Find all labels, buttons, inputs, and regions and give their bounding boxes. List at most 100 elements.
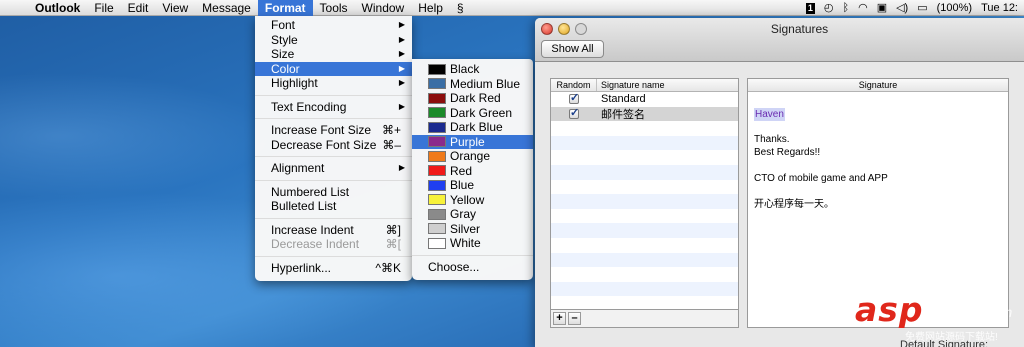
menu-window[interactable]: Window	[355, 0, 412, 16]
menu-item-hyperlink[interactable]: Hyperlink... ^⌘K	[255, 261, 412, 276]
battery-percent[interactable]: (100%)	[937, 2, 972, 14]
submenu-arrow-icon: ▶	[398, 63, 405, 73]
script-menu-icon[interactable]: §	[450, 0, 471, 16]
menu-edit[interactable]: Edit	[121, 0, 156, 16]
color-label: Gray	[450, 207, 477, 221]
signature-name[interactable]: 邮件签名	[597, 106, 645, 122]
submenu-arrow-icon: ▶	[398, 163, 405, 172]
signature-title-line: CTO of mobile game and APP	[754, 173, 888, 184]
menu-shortcut: ⌘+	[381, 123, 401, 137]
menu-item-bulleted-list[interactable]: Bulleted List	[255, 199, 412, 214]
signature-row[interactable]: Standard	[551, 91, 738, 107]
watermark-asp: asp	[855, 290, 924, 329]
color-label: Silver	[450, 221, 481, 236]
empty-row	[551, 179, 738, 195]
menu-format[interactable]: Format	[257, 0, 313, 16]
wifi-icon[interactable]: ◠	[858, 0, 868, 16]
color-swatch	[428, 107, 446, 119]
color-item-purple[interactable]: Purple	[412, 134, 533, 149]
menu-item-decrease-font-size[interactable]: Decrease Font Size ⌘–	[255, 138, 412, 153]
random-checkbox[interactable]	[569, 91, 579, 105]
color-item-white[interactable]: White	[412, 236, 533, 251]
color-label: Red	[450, 163, 473, 178]
battery-icon[interactable]: ▭	[917, 0, 927, 16]
clock[interactable]: Tue 12:	[981, 2, 1018, 14]
menu-message[interactable]: Message	[195, 0, 258, 16]
color-item-medium-blue[interactable]: Medium Blue	[412, 77, 533, 92]
remove-signature-button[interactable]: –	[568, 312, 581, 325]
random-cell	[551, 91, 597, 105]
menu-help[interactable]: Help	[411, 0, 450, 16]
menu-item-font[interactable]: Font ▶	[255, 18, 412, 33]
volume-icon[interactable]: ◁)	[896, 0, 908, 16]
display-icon[interactable]: ▣	[877, 0, 887, 16]
color-label: Dark Red	[450, 91, 501, 105]
menu-item-label: Alignment	[271, 161, 325, 175]
submenu-arrow-icon: ▶	[398, 49, 405, 58]
menu-item-style[interactable]: Style ▶	[255, 33, 412, 48]
color-swatch	[428, 150, 446, 162]
menu-item-color[interactable]: Color ▶	[255, 61, 412, 76]
color-item-black[interactable]: Black	[412, 62, 533, 77]
show-all-button[interactable]: Show All	[541, 40, 604, 58]
menu-item-highlight[interactable]: Highlight ▶	[255, 76, 412, 91]
color-item-red[interactable]: Red	[412, 164, 533, 179]
menu-separator	[255, 176, 412, 185]
watermark-com: .com	[982, 304, 1013, 320]
color-item-yellow[interactable]: Yellow	[412, 193, 533, 208]
menu-item-text-encoding[interactable]: Text Encoding ▶	[255, 100, 412, 115]
signature-name[interactable]: Standard	[597, 93, 646, 105]
menu-file[interactable]: File	[87, 0, 120, 16]
menu-item-increase-indent[interactable]: Increase Indent ⌘]	[255, 223, 412, 238]
signature-body[interactable]: Haven Thanks. Best Regards!! CTO of mobi…	[748, 92, 1008, 227]
color-item-dark-green[interactable]: Dark Green	[412, 106, 533, 121]
color-swatch	[428, 237, 446, 249]
menu-item-label: Hyperlink...	[271, 260, 332, 275]
bluetooth-icon[interactable]: ᛒ	[842, 0, 849, 16]
empty-row	[551, 252, 738, 268]
badge-count[interactable]: 1	[805, 2, 815, 14]
color-item-gray[interactable]: Gray	[412, 207, 533, 222]
random-checkbox[interactable]	[569, 106, 579, 119]
color-label: Black	[450, 62, 480, 76]
list-footer: + –	[550, 310, 739, 328]
color-swatch	[428, 78, 446, 90]
menu-item-label: Increase Font Size	[271, 123, 372, 137]
menu-item-alignment[interactable]: Alignment ▶	[255, 161, 412, 176]
menu-shortcut: ⌘–	[382, 137, 401, 152]
app-menu[interactable]: Outlook	[28, 0, 87, 16]
watermark-subtitle: 免费网站源码下载站!	[905, 332, 998, 343]
color-label: Purple	[450, 134, 485, 149]
submenu-arrow-icon: ▶	[398, 20, 405, 29]
column-header-random[interactable]: Random	[551, 79, 597, 91]
column-header-signature-name[interactable]: Signature name	[597, 79, 665, 91]
choose-color-item[interactable]: Choose...	[412, 260, 533, 275]
signature-header: Signature	[748, 79, 1008, 92]
menu-view[interactable]: View	[155, 0, 195, 16]
selected-name-text[interactable]: Haven	[754, 108, 785, 121]
time-machine-icon[interactable]: ◴	[824, 0, 834, 16]
color-item-orange[interactable]: Orange	[412, 149, 533, 164]
menu-item-decrease-indent: Decrease Indent ⌘[	[255, 237, 412, 252]
color-item-dark-blue[interactable]: Dark Blue	[412, 120, 533, 135]
empty-row	[551, 150, 738, 165]
signature-row[interactable]: 邮件签名	[551, 106, 738, 122]
menu-item-numbered-list[interactable]: Numbered List	[255, 185, 412, 200]
window-titlebar: Signatures Show All	[535, 18, 1024, 62]
menu-separator	[412, 251, 533, 260]
color-label: Orange	[450, 149, 491, 163]
menu-item-increase-font-size[interactable]: Increase Font Size ⌘+	[255, 123, 412, 138]
add-signature-button[interactable]: +	[553, 312, 566, 325]
color-item-dark-red[interactable]: Dark Red	[412, 91, 533, 106]
signature-line: Best Regards!!	[754, 147, 821, 158]
empty-row	[551, 121, 738, 136]
color-label: Medium Blue	[450, 76, 521, 91]
menu-item-size[interactable]: Size ▶	[255, 47, 412, 62]
color-item-silver[interactable]: Silver	[412, 222, 533, 237]
watermark-ku: ku	[933, 290, 975, 325]
empty-row	[551, 194, 738, 209]
menu-tools[interactable]: Tools	[313, 0, 355, 16]
menu-item-label: Decrease Indent	[271, 237, 360, 251]
color-label: Dark Green	[450, 105, 513, 120]
color-item-blue[interactable]: Blue	[412, 178, 533, 193]
